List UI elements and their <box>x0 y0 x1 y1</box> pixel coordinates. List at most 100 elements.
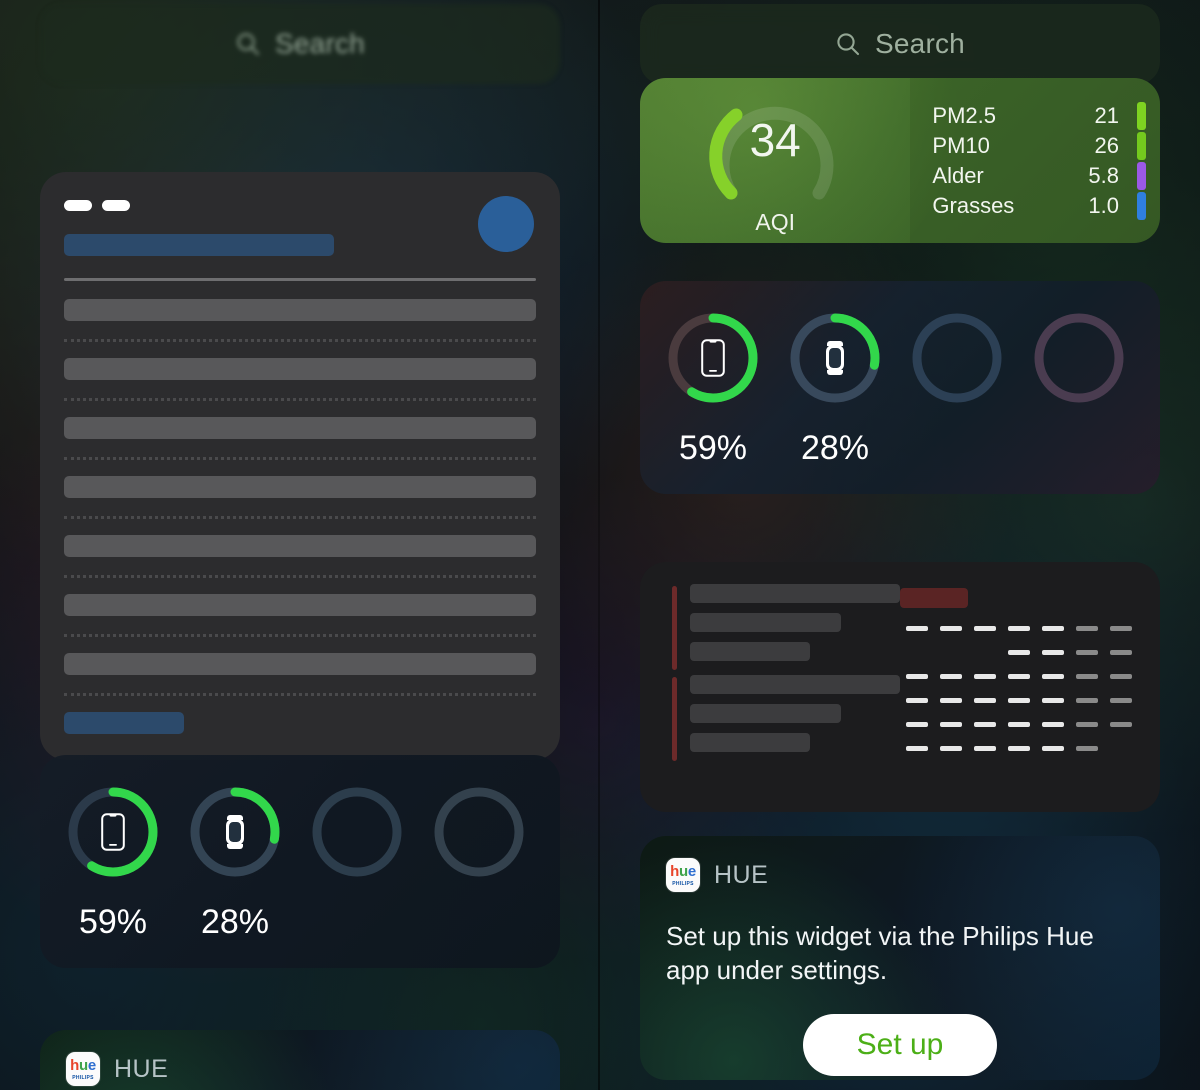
search-bar-right[interactable]: Search <box>640 4 1160 84</box>
hue-widget-left[interactable]: hue PHILIPS HUE <box>40 1030 560 1090</box>
news-dotted-divider <box>64 693 536 696</box>
hue-brand-label: PHILIPS <box>72 1074 94 1081</box>
news-dotted-divider <box>64 457 536 460</box>
calendar-accent-bar <box>672 677 677 761</box>
left-battery-container: 59% 28% <box>40 755 560 968</box>
calendar-dash <box>1110 698 1132 703</box>
search-placeholder-right: Search <box>875 28 965 59</box>
pollutant-bar <box>1136 191 1146 220</box>
news-dotted-divider <box>64 634 536 637</box>
left-hue-container: hue PHILIPS HUE <box>40 1030 560 1090</box>
calendar-dash <box>974 722 996 727</box>
calendar-dash <box>1008 722 1030 727</box>
calendar-dash <box>940 626 962 631</box>
news-body-bar <box>64 299 536 321</box>
battery-ring-empty-1[interactable] <box>908 309 1006 407</box>
calendar-dash <box>906 650 928 655</box>
news-body-bar <box>64 594 536 616</box>
calendar-dash <box>1042 698 1064 703</box>
calendar-dash <box>1076 746 1098 751</box>
calendar-dash <box>974 674 996 679</box>
pollutant-bar <box>1136 101 1146 130</box>
pollutant-row-pm25: PM2.5 21 <box>932 101 1146 131</box>
battery-percent-empty-1 <box>908 429 1006 468</box>
news-dotted-divider <box>64 575 536 578</box>
aqi-widget-right[interactable]: 34 AQI PM2.5 21 PM10 26 Alder 5.8 Grasse… <box>640 78 1160 243</box>
calendar-dash <box>1110 746 1132 751</box>
calendar-dash <box>1042 722 1064 727</box>
search-icon <box>837 33 860 56</box>
search-bar-left[interactable]: Search <box>40 4 560 84</box>
battery-percent-empty-1 <box>308 903 406 942</box>
pollutant-name: Alder <box>932 162 984 188</box>
battery-percent-row: 59% 28% <box>664 429 1136 468</box>
news-dotted-divider <box>64 516 536 519</box>
calendar-dash <box>974 746 996 751</box>
battery-percent-watch: 28% <box>200 903 270 941</box>
calendar-dash <box>974 650 996 655</box>
hue-letter-h: h <box>670 862 679 880</box>
calendar-dash <box>940 650 962 655</box>
battery-percent-empty-2 <box>430 903 528 942</box>
battery-ring-empty-2[interactable] <box>430 783 528 881</box>
right-aqi-container: 34 AQI PM2.5 21 PM10 26 Alder 5.8 Grasse… <box>640 78 1160 243</box>
pollutant-bar <box>1136 161 1146 190</box>
calendar-skeleton-bar <box>690 675 900 694</box>
avatar <box>478 196 534 252</box>
pollutant-bar <box>1136 131 1146 160</box>
battery-ring-iphone[interactable] <box>664 309 762 407</box>
pollutant-row-alder: Alder 5.8 <box>932 161 1146 191</box>
battery-widget-left[interactable]: 59% 28% <box>40 755 560 968</box>
aqi-pollutants-right: PM2.5 21 PM10 26 Alder 5.8 Grasses 1.0 <box>910 78 1160 243</box>
news-body-bar <box>64 417 536 439</box>
calendar-dash <box>1076 698 1098 703</box>
calendar-dash <box>974 698 996 703</box>
hue-app-icon: hue PHILIPS <box>666 858 700 892</box>
battery-ring-empty-2[interactable] <box>1030 309 1128 407</box>
left-search-container: Search <box>40 4 560 84</box>
pollutant-value: 1.0 <box>1088 192 1119 218</box>
news-dotted-divider <box>64 339 536 342</box>
hue-widget-right[interactable]: hue PHILIPS HUE Set up this widget via t… <box>640 836 1160 1080</box>
hue-letter-e: e <box>87 1056 96 1074</box>
hue-letter-u: u <box>78 1056 88 1074</box>
right-hue-container: hue PHILIPS HUE Set up this widget via t… <box>640 836 1160 1080</box>
calendar-placeholder-widget[interactable] <box>640 562 1160 812</box>
news-pill-group <box>64 200 536 211</box>
calendar-dash <box>906 698 928 703</box>
battery-ring-watch[interactable] <box>186 783 284 881</box>
aqi-gauge-right: 34 <box>701 85 849 205</box>
battery-ring-empty-1[interactable] <box>308 783 406 881</box>
calendar-dash <box>906 746 928 751</box>
calendar-dash <box>906 674 928 679</box>
apple-watch-icon <box>786 309 884 407</box>
calendar-dash <box>1042 746 1064 751</box>
calendar-accent-bar <box>672 586 677 670</box>
pollutant-value: 21 <box>1094 102 1119 128</box>
calendar-dash <box>940 674 962 679</box>
calendar-dash <box>1076 722 1098 727</box>
calendar-dash-grid <box>900 626 1138 751</box>
hue-app-name-left: HUE <box>114 1054 169 1083</box>
pollutant-row-pm10: PM10 26 <box>932 131 1146 161</box>
calendar-skeleton-bar <box>690 584 900 603</box>
calendar-month-chip <box>900 588 968 608</box>
news-pill <box>64 200 92 211</box>
battery-widget-right[interactable]: 59% 28% <box>640 281 1160 494</box>
set-up-button[interactable]: Set up <box>802 1013 998 1076</box>
calendar-dash <box>940 722 962 727</box>
hue-header-right: hue PHILIPS HUE <box>666 858 1134 892</box>
aqi-value-right: 34 <box>749 114 801 166</box>
pollutant-value: 5.8 <box>1088 162 1119 188</box>
right-panel: Search 34 AQI PM2.5 21 PM10 26 Alder 5.8… <box>600 0 1200 1090</box>
calendar-dash <box>940 698 962 703</box>
left-panel: Search 34 AQI PM2.5 21 <box>0 0 598 1090</box>
news-placeholder-widget[interactable] <box>40 172 560 760</box>
calendar-dash <box>1110 674 1132 679</box>
hue-header-left: hue PHILIPS HUE <box>66 1052 534 1086</box>
calendar-dash <box>1076 626 1098 631</box>
battery-ring-iphone[interactable] <box>64 783 162 881</box>
pollutant-name: PM10 <box>932 132 990 158</box>
search-icon <box>237 33 260 56</box>
battery-ring-watch[interactable] <box>786 309 884 407</box>
